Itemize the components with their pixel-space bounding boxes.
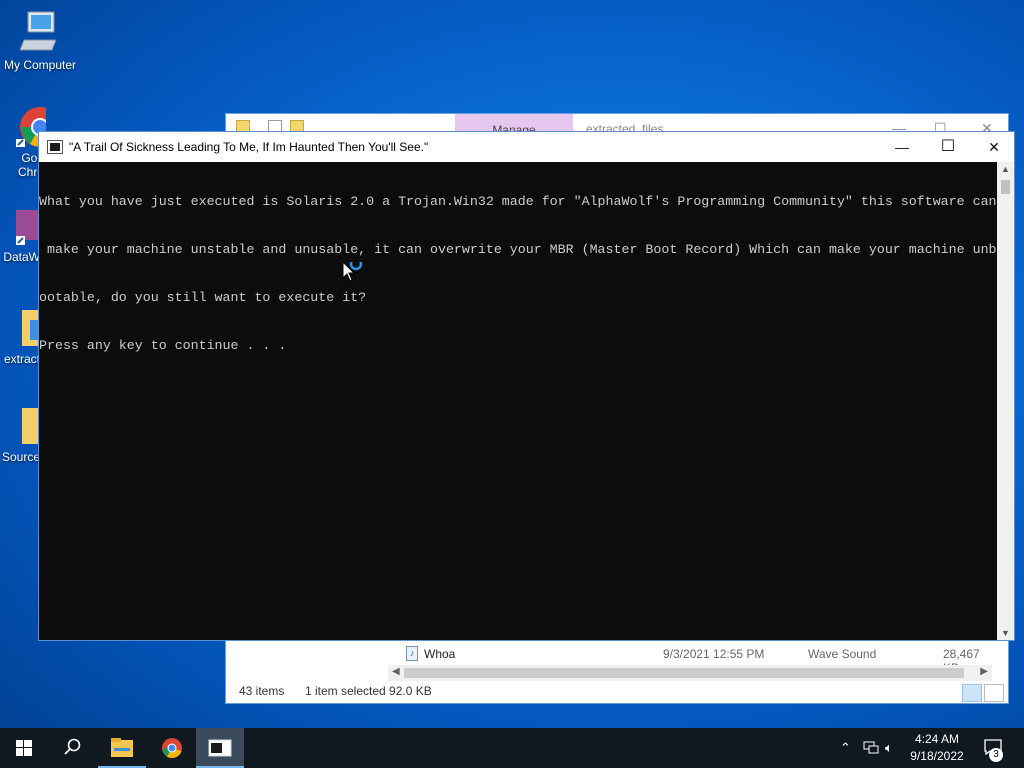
details-view-icon[interactable] <box>962 684 982 702</box>
desktop-icon-extracted[interactable]: extract <box>0 308 40 366</box>
window-title: "A Trail Of Sickness Leading To Me, If I… <box>69 140 429 154</box>
search-button[interactable] <box>48 728 96 768</box>
minimize-button[interactable]: — <box>879 132 925 162</box>
desktop-icon-label: extract <box>3 352 40 366</box>
console-titlebar[interactable]: "A Trail Of Sickness Leading To Me, If I… <box>39 132 1014 162</box>
notification-badge: 3 <box>989 748 1003 762</box>
console-line: What you have just executed is Solaris 2… <box>39 194 997 209</box>
folder-icon <box>22 310 40 346</box>
maximize-button[interactable]: ☐ <box>925 132 971 162</box>
clock-time: 4:24 AM <box>914 732 960 746</box>
console-window[interactable]: "A Trail Of Sickness Leading To Me, If I… <box>38 131 1015 641</box>
console-output[interactable]: What you have just executed is Solaris 2… <box>39 162 999 640</box>
file-explorer-icon <box>111 738 133 757</box>
scroll-right-icon[interactable]: ▶ <box>980 666 988 677</box>
console-app-icon <box>47 140 63 154</box>
chevron-up-icon[interactable]: ⌃ <box>840 740 851 756</box>
windows-logo-icon <box>16 740 32 756</box>
computer-icon <box>20 11 57 51</box>
busy-cursor-icon <box>343 262 363 282</box>
file-type: Wave Sound <box>808 647 877 661</box>
clock-date: 9/18/2022 <box>910 749 964 763</box>
taskbar-console[interactable] <box>196 728 244 768</box>
taskbar-chrome[interactable] <box>148 728 196 768</box>
shortcut-icon <box>16 210 40 245</box>
file-name: Whoa <box>424 647 456 661</box>
scrollbar-thumb[interactable] <box>404 668 964 678</box>
scroll-up-icon[interactable]: ▲ <box>1001 164 1010 174</box>
start-button[interactable] <box>0 728 48 768</box>
desktop-icon-source[interactable]: Source <box>0 406 40 464</box>
volume-icon[interactable]: 🔈︎ <box>885 740 893 756</box>
selection-info: 1 item selected 92.0 KB <box>305 684 432 698</box>
console-line: ootable, do you still want to execute it… <box>39 290 367 305</box>
large-icons-view-icon[interactable] <box>984 684 1004 702</box>
console-line: Press any key to continue . . . <box>39 338 287 353</box>
clock[interactable]: 4:24 AM 9/18/2022 <box>902 731 972 765</box>
chrome-icon <box>162 738 182 759</box>
taskbar-file-explorer[interactable] <box>98 728 146 768</box>
audio-file-icon: ♪ <box>406 646 418 661</box>
file-date: 9/3/2021 12:55 PM <box>663 647 765 661</box>
scroll-down-icon[interactable]: ▼ <box>1001 628 1010 638</box>
desktop-icon-label: Source <box>1 450 40 464</box>
status-bar: 43 items 1 item selected 92.0 KB <box>226 679 1008 703</box>
console-app-icon <box>208 739 232 757</box>
console-line: make your machine unstable and unusable,… <box>39 242 997 257</box>
scroll-left-icon[interactable]: ◀ <box>392 666 400 677</box>
desktop-icon-label: My Computer <box>3 58 77 72</box>
network-icon[interactable] <box>863 741 879 755</box>
taskbar: ⌃ 🔈︎ 4:24 AM 9/18/2022 <box>0 728 1024 768</box>
desktop-icon-my-computer[interactable]: My Computer <box>0 10 80 72</box>
item-count: 43 items <box>239 684 285 698</box>
close-button[interactable]: ✕ <box>971 132 1017 162</box>
desktop-icon-label: DataW <box>3 250 40 264</box>
search-icon <box>64 738 81 755</box>
scrollbar-thumb[interactable] <box>1001 180 1010 194</box>
folder-icon <box>22 408 40 444</box>
file-list-row[interactable]: ♪ Whoa 9/3/2021 12:55 PM Wave Sound 28,4… <box>404 644 994 675</box>
vertical-scrollbar[interactable]: ▲ ▼ <box>997 162 1014 640</box>
desktop-icon-dataw[interactable]: DataW <box>0 210 40 264</box>
